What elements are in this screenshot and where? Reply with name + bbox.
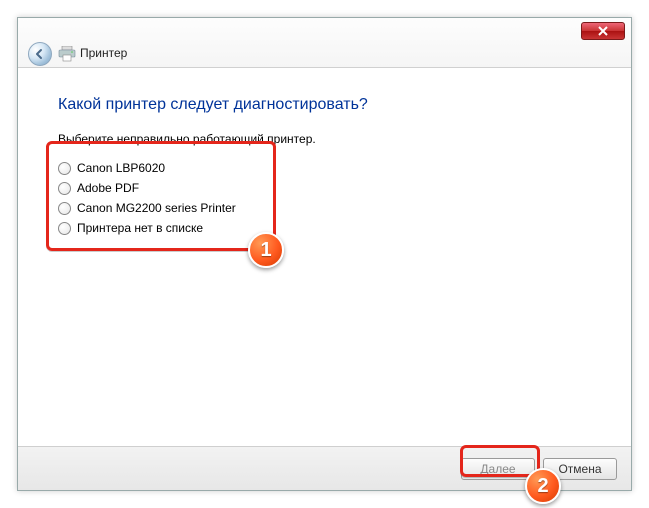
printer-option[interactable]: Принтера нет в списке	[58, 218, 591, 238]
radio-icon	[58, 222, 71, 235]
back-arrow-icon	[34, 48, 46, 60]
close-icon	[598, 26, 608, 36]
next-button[interactable]: Далее	[461, 458, 535, 480]
cancel-button[interactable]: Отмена	[543, 458, 617, 480]
printer-option-label: Canon LBP6020	[77, 161, 165, 175]
printer-icon	[58, 46, 76, 62]
troubleshooter-window: Принтер Какой принтер следует диагностир…	[17, 17, 632, 491]
close-button[interactable]	[581, 22, 625, 40]
radio-icon	[58, 162, 71, 175]
printer-option[interactable]: Canon LBP6020	[58, 158, 591, 178]
page-heading: Какой принтер следует диагностировать?	[58, 96, 591, 114]
printer-option-label: Canon MG2200 series Printer	[77, 201, 236, 215]
window-title: Принтер	[80, 46, 127, 60]
printer-option[interactable]: Canon MG2200 series Printer	[58, 198, 591, 218]
next-button-label: Далее	[480, 462, 515, 476]
titlebar: Принтер	[18, 18, 631, 68]
printer-option-label: Adobe PDF	[77, 181, 139, 195]
printer-option-label: Принтера нет в списке	[77, 221, 203, 235]
cancel-button-label: Отмена	[558, 462, 601, 476]
radio-icon	[58, 182, 71, 195]
back-button[interactable]	[28, 42, 52, 66]
footer: Далее Отмена	[18, 446, 631, 490]
content-area: Какой принтер следует диагностировать? В…	[18, 68, 631, 446]
instruction-text: Выберите неправильно работающий принтер.	[58, 132, 591, 146]
printer-option[interactable]: Adobe PDF	[58, 178, 591, 198]
radio-icon	[58, 202, 71, 215]
